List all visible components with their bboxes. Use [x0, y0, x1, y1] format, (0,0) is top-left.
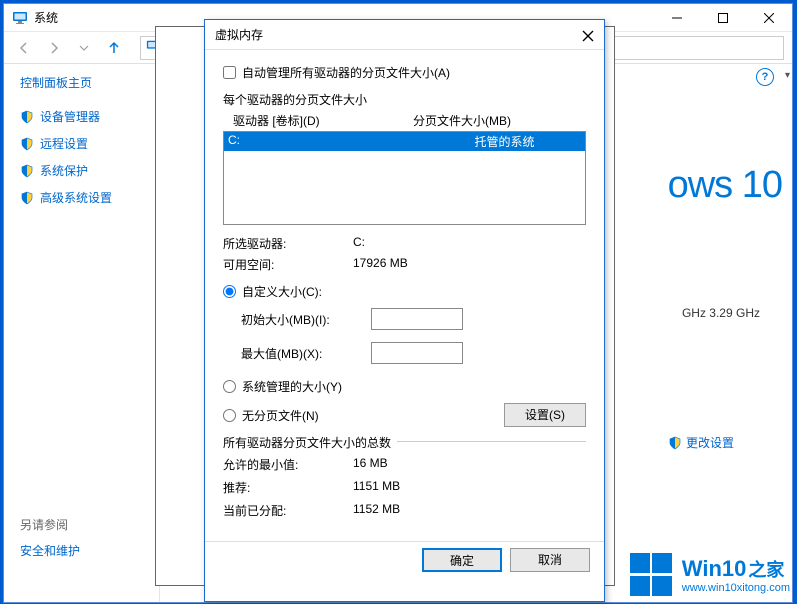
system-managed-radio-row: 系统管理的大小(Y) — [223, 378, 586, 395]
change-settings-link[interactable]: 更改设置 — [668, 434, 734, 451]
group-divider: 所有驱动器分页文件大小的总数 — [223, 441, 586, 442]
minimize-button[interactable] — [654, 4, 700, 32]
dialog-buttons: 确定 取消 — [205, 541, 604, 572]
sidebar-advanced-settings[interactable]: 高级系统设置 — [20, 184, 159, 211]
sidebar-remote-settings[interactable]: 远程设置 — [20, 130, 159, 157]
system-managed-radio[interactable] — [223, 380, 236, 393]
control-panel-home-link[interactable]: 控制面板主页 — [20, 74, 159, 91]
vm-titlebar: 虚拟内存 — [205, 20, 604, 50]
free-space-row: 可用空间: 17926 MB — [223, 256, 586, 273]
up-arrow-icon[interactable] — [102, 36, 126, 60]
no-paging-radio-row: 无分页文件(N) — [223, 407, 504, 424]
totals-group-title: 所有驱动器分页文件大小的总数 — [223, 434, 397, 451]
windows-logo-icon — [630, 553, 674, 597]
each-drive-label: 每个驱动器的分页文件大小 — [223, 91, 586, 108]
see-also-link-label: 安全和维护 — [20, 542, 80, 559]
initial-size-label: 初始大小(MB)(I): — [241, 311, 371, 328]
close-icon[interactable] — [578, 26, 598, 46]
vm-title: 虚拟内存 — [215, 26, 263, 43]
drive-list[interactable]: C: 托管的系统 — [223, 131, 586, 225]
shield-icon — [20, 137, 34, 151]
shield-icon — [20, 164, 34, 178]
custom-size-label: 自定义大小(C): — [242, 283, 322, 300]
sidebar-link-label: 高级系统设置 — [40, 189, 112, 206]
free-space-value: 17926 MB — [353, 256, 408, 273]
sidebar: 控制面板主页 设备管理器 远程设置 系统保护 高级系统设置 另请参阅 安全和维护 — [4, 64, 159, 602]
drive-letter: C: — [228, 133, 428, 150]
max-size-input[interactable] — [371, 342, 463, 364]
min-allowed-label: 允许的最小值: — [223, 456, 353, 473]
watermark-brand: Win10 — [682, 556, 747, 582]
no-paging-label: 无分页文件(N) — [242, 407, 319, 424]
drive-list-header: 驱动器 [卷标](D) 分页文件大小(MB) — [223, 112, 586, 129]
chevron-down-icon[interactable]: ▾ — [785, 70, 790, 81]
custom-size-radio[interactable] — [223, 285, 236, 298]
see-also-section: 另请参阅 安全和维护 — [20, 516, 80, 562]
sidebar-system-protection[interactable]: 系统保护 — [20, 157, 159, 184]
cancel-button[interactable]: 取消 — [510, 548, 590, 572]
custom-size-radio-row: 自定义大小(C): — [223, 283, 586, 300]
cpu-info-text: GHz 3.29 GHz — [682, 306, 760, 320]
max-size-row: 最大值(MB)(X): — [223, 342, 586, 364]
forward-arrow-icon[interactable] — [42, 36, 66, 60]
allocated-label: 当前已分配: — [223, 502, 353, 519]
change-settings-label: 更改设置 — [686, 434, 734, 451]
selected-drive-row: 所选驱动器: C: — [223, 235, 586, 252]
ok-button[interactable]: 确定 — [422, 548, 502, 572]
col-drive-label: 驱动器 [卷标](D) — [233, 112, 413, 129]
back-arrow-icon[interactable] — [12, 36, 36, 60]
virtual-memory-dialog: 虚拟内存 自动管理所有驱动器的分页文件大小(A) 每个驱动器的分页文件大小 驱动… — [204, 19, 605, 602]
selected-drive-value: C: — [353, 235, 365, 252]
system-title: 系统 — [34, 9, 58, 26]
initial-size-input[interactable] — [371, 308, 463, 330]
min-allowed-row: 允许的最小值: 16 MB — [223, 456, 586, 473]
recommended-row: 推荐: 1151 MB — [223, 479, 586, 496]
watermark: Win10之家 www.win10xitong.com — [630, 553, 790, 597]
maximize-button[interactable] — [700, 4, 746, 32]
free-space-label: 可用空间: — [223, 256, 353, 273]
help-icon[interactable]: ? — [756, 68, 774, 86]
drive-size: 托管的系统 — [428, 133, 581, 150]
dropdown-arrow-icon[interactable] — [72, 36, 96, 60]
system-managed-label: 系统管理的大小(Y) — [242, 378, 342, 395]
allocated-value: 1152 MB — [353, 502, 400, 519]
see-also-title: 另请参阅 — [20, 516, 80, 533]
see-also-security-link[interactable]: 安全和维护 — [20, 539, 80, 562]
monitor-icon — [12, 10, 28, 26]
auto-manage-row: 自动管理所有驱动器的分页文件大小(A) — [223, 64, 586, 81]
allocated-row: 当前已分配: 1152 MB — [223, 502, 586, 519]
auto-manage-label: 自动管理所有驱动器的分页文件大小(A) — [242, 64, 450, 81]
recommended-value: 1151 MB — [353, 479, 400, 496]
max-size-label: 最大值(MB)(X): — [241, 345, 371, 362]
windows10-brand-text: ows 10 — [668, 164, 782, 207]
no-paging-radio[interactable] — [223, 409, 236, 422]
shield-icon — [20, 191, 34, 205]
vm-body: 自动管理所有驱动器的分页文件大小(A) 每个驱动器的分页文件大小 驱动器 [卷标… — [205, 50, 604, 533]
shield-icon — [668, 436, 682, 450]
watermark-brand-zh: 之家 — [748, 556, 784, 582]
sidebar-device-manager[interactable]: 设备管理器 — [20, 103, 159, 130]
close-button[interactable] — [746, 4, 792, 32]
sidebar-link-label: 远程设置 — [40, 135, 88, 152]
totals-section: 允许的最小值: 16 MB 推荐: 1151 MB 当前已分配: 1152 MB — [223, 456, 586, 519]
auto-manage-checkbox[interactable] — [223, 66, 236, 79]
min-allowed-value: 16 MB — [353, 456, 388, 473]
sidebar-link-label: 设备管理器 — [40, 108, 100, 125]
shield-icon — [20, 110, 34, 124]
sidebar-link-label: 系统保护 — [40, 162, 88, 179]
drive-row-selected[interactable]: C: 托管的系统 — [224, 132, 585, 151]
selected-drive-label: 所选驱动器: — [223, 235, 353, 252]
window-buttons — [654, 4, 792, 32]
initial-size-row: 初始大小(MB)(I): — [223, 308, 586, 330]
col-size-label: 分页文件大小(MB) — [413, 112, 511, 129]
recommended-label: 推荐: — [223, 479, 353, 496]
set-button[interactable]: 设置(S) — [504, 403, 586, 427]
watermark-url: www.win10xitong.com — [682, 582, 790, 594]
watermark-text: Win10之家 www.win10xitong.com — [682, 556, 790, 594]
